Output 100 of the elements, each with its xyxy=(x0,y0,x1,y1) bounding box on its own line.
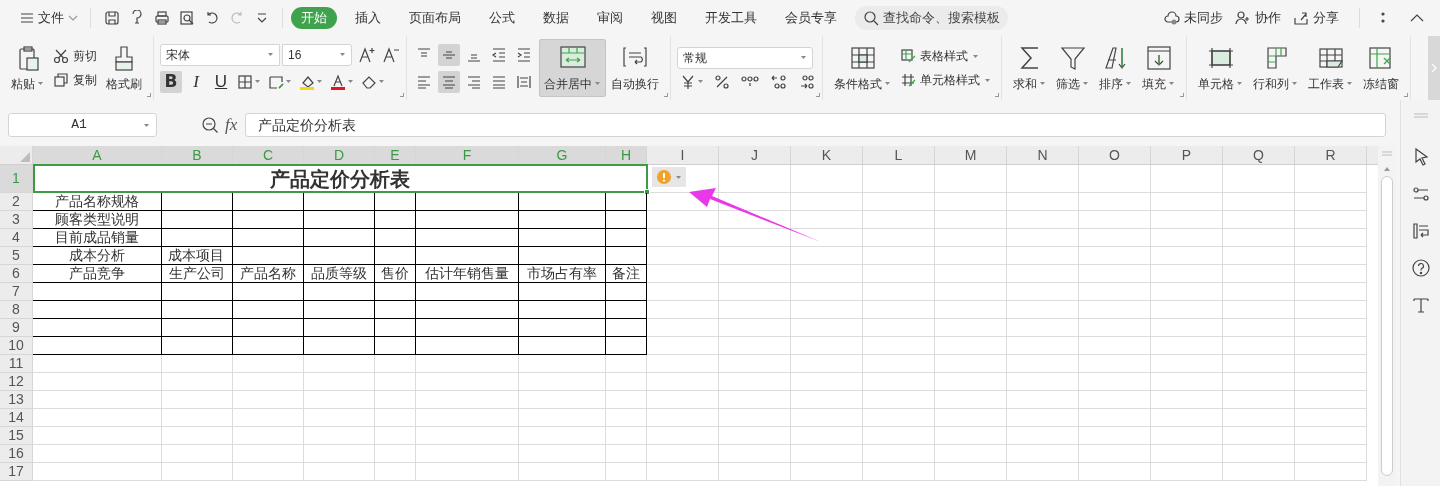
column-header[interactable]: J xyxy=(719,146,791,164)
yen-icon[interactable] xyxy=(681,73,695,90)
border-icon[interactable] xyxy=(237,73,253,90)
dropdown-caret-icon[interactable] xyxy=(1125,81,1132,86)
grip-icon[interactable] xyxy=(1381,150,1393,158)
ribbon-button[interactable]: 合并居中 xyxy=(539,39,606,97)
share-icon[interactable] xyxy=(1293,10,1309,26)
save-icon[interactable] xyxy=(103,10,120,26)
decrease-decimal-icon[interactable] xyxy=(798,73,816,90)
error-check-button[interactable] xyxy=(652,167,686,187)
formula-field[interactable]: 产品定价分析表 xyxy=(245,113,1387,137)
dropdown-caret-icon[interactable] xyxy=(339,52,346,57)
fill-handle[interactable] xyxy=(644,189,650,195)
people-icon[interactable] xyxy=(1235,10,1251,26)
dropdown-caret-icon[interactable] xyxy=(972,53,979,59)
row-header[interactable]: 15 xyxy=(0,427,33,445)
ribbon-button[interactable]: 行和列 xyxy=(1248,39,1303,97)
dropdown-caret-icon[interactable] xyxy=(594,81,601,86)
row-header[interactable]: 4 xyxy=(0,229,33,247)
underline-button[interactable]: U xyxy=(210,70,232,93)
ribbon-button[interactable]: 筛选 xyxy=(1051,39,1094,97)
text-icon[interactable] xyxy=(1410,295,1431,315)
dropdown-caret-icon[interactable] xyxy=(267,52,274,57)
column-header[interactable]: L xyxy=(863,146,935,164)
ribbon-tab[interactable]: 插入 xyxy=(345,7,391,29)
sliders-icon[interactable] xyxy=(1410,184,1431,204)
dropdown-caret-icon[interactable] xyxy=(884,81,891,86)
row-header[interactable]: 5 xyxy=(0,247,33,265)
row-header[interactable]: 13 xyxy=(0,391,33,409)
column-header[interactable]: K xyxy=(791,146,863,164)
fill-border-icon[interactable] xyxy=(268,73,284,90)
column-header[interactable]: R xyxy=(1295,146,1367,164)
ribbon-tab[interactable]: 会员专享 xyxy=(775,7,847,29)
dropdown-caret-icon[interactable] xyxy=(1236,81,1243,86)
font-size-field[interactable]: 16 xyxy=(282,43,352,66)
dropdown-caret-icon[interactable] xyxy=(984,77,991,83)
ribbon-tab[interactable]: 数据 xyxy=(533,7,579,29)
dropdown-caret-icon[interactable] xyxy=(347,79,354,84)
ribbon-button[interactable]: 工作表 xyxy=(1303,39,1358,97)
collapse-icon[interactable] xyxy=(1410,13,1424,23)
ribbon-button[interactable]: 格式刷 xyxy=(101,39,147,97)
ribbon-tab[interactable]: 审阅 xyxy=(587,7,633,29)
number-format-field[interactable]: 常规 xyxy=(677,46,813,69)
font-name-field[interactable]: 宋体 xyxy=(160,43,280,66)
cloud-icon[interactable] xyxy=(1164,10,1180,26)
redo-icon[interactable] xyxy=(228,10,245,26)
ribbon-tab[interactable]: 公式 xyxy=(479,7,525,29)
dropdown-caret-icon[interactable] xyxy=(378,79,385,84)
search-field[interactable]: 查找命令、搜索模板 xyxy=(855,6,1008,30)
zoom-icon[interactable] xyxy=(201,116,219,134)
ribbon-button[interactable]: 剪切 xyxy=(53,47,97,65)
scroll-up-icon[interactable] xyxy=(1383,166,1391,172)
transfer-icon[interactable] xyxy=(1410,221,1431,241)
ribbon-button[interactable]: 复制 xyxy=(53,71,97,89)
print-icon[interactable] xyxy=(153,10,170,26)
row-header[interactable]: 7 xyxy=(0,283,33,301)
ribbon-button[interactable]: 粘贴 xyxy=(6,39,49,97)
ribbon-button[interactable]: 求和 xyxy=(1008,39,1051,97)
toolbar-action[interactable]: 分享 xyxy=(1293,8,1339,28)
scrollbar-thumb[interactable] xyxy=(1381,176,1393,476)
row-header[interactable]: 14 xyxy=(0,409,33,427)
ribbon-button[interactable]: 填充 xyxy=(1137,39,1180,97)
bold-button[interactable]: B xyxy=(160,70,182,93)
ribbon-button[interactable]: 排序 xyxy=(1094,39,1137,97)
cell-style-icon[interactable] xyxy=(900,72,916,88)
dropdown-caret-icon[interactable] xyxy=(285,79,292,84)
increase-decimal-icon[interactable] xyxy=(770,73,788,90)
dropdown-caret-icon[interactable] xyxy=(254,79,261,84)
dropdown-caret-icon[interactable] xyxy=(1291,81,1298,86)
font-color-icon[interactable] xyxy=(330,73,346,90)
ribbon-button[interactable]: 单元格样式 xyxy=(900,71,991,89)
column-header[interactable]: M xyxy=(935,146,1007,164)
dropdown-caret-icon[interactable] xyxy=(674,174,682,180)
row-header[interactable]: 6 xyxy=(0,265,33,283)
column-header[interactable]: P xyxy=(1151,146,1223,164)
ribbon-button[interactable]: 表格样式 xyxy=(900,47,991,65)
ribbon-button[interactable]: 冻结窗 xyxy=(1358,39,1404,97)
ribbon-tab[interactable]: 页面布局 xyxy=(399,7,471,29)
dropdown-caret-icon[interactable] xyxy=(37,81,44,86)
row-header[interactable]: 8 xyxy=(0,301,33,319)
row-header[interactable]: 17 xyxy=(0,463,33,481)
ribbon-tab[interactable]: 开发工具 xyxy=(695,7,767,29)
row-header[interactable]: 9 xyxy=(0,319,33,337)
row-header[interactable]: 2 xyxy=(0,193,33,211)
row-header[interactable]: 12 xyxy=(0,373,33,391)
help-icon[interactable] xyxy=(1410,258,1431,278)
fill-down-icon[interactable] xyxy=(1144,43,1173,72)
row-header[interactable]: 3 xyxy=(0,211,33,229)
dropdown-caret-icon[interactable] xyxy=(1039,81,1046,86)
print-preview-icon[interactable] xyxy=(178,10,195,26)
percent-icon[interactable] xyxy=(714,73,730,90)
toolbar-action[interactable]: 未同步 xyxy=(1164,8,1223,28)
dropdown-caret-icon[interactable] xyxy=(316,79,323,84)
dropdown-caret-icon[interactable] xyxy=(1082,81,1089,86)
currency-button[interactable] xyxy=(681,73,704,90)
dropdown-caret-icon[interactable] xyxy=(697,79,704,84)
copy-icon[interactable] xyxy=(53,72,69,88)
italic-button[interactable]: I xyxy=(185,70,207,93)
row-header[interactable]: 10 xyxy=(0,337,33,355)
decrease-font-icon[interactable] xyxy=(382,45,400,64)
